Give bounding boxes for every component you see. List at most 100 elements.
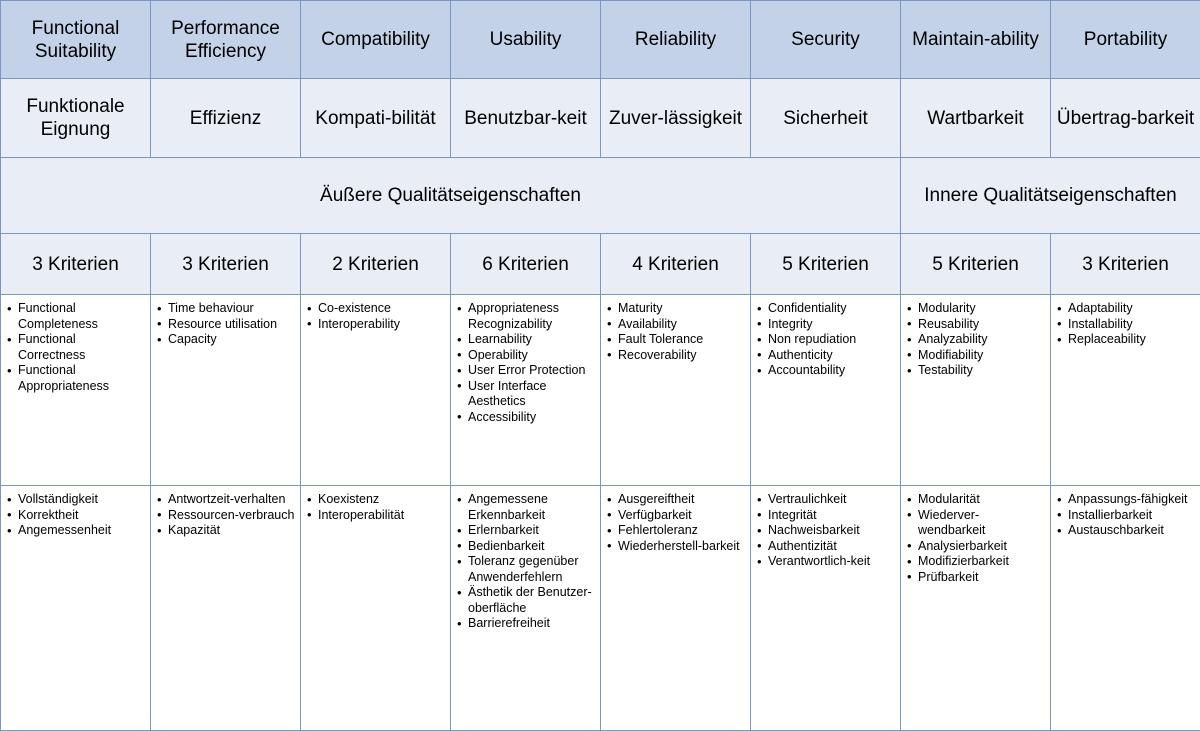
criteria-item: Appropriateness Recognizability [455,301,596,332]
criteria-item: Functional Appropriateness [5,363,146,394]
characteristic-name-en: Functional Suitability [32,18,120,62]
criteria-list-en: Co-existenceInteroperability [305,301,446,332]
criteria-list-de: Angemessene ErkennbarkeitErlernbarkeitBe… [455,492,596,632]
criteria-item: Recoverability [605,348,746,364]
characteristic-name-en: Compatibility [321,29,430,50]
criteria-item: Adaptability [1055,301,1196,317]
characteristic-name-de: Zuver-lässigkeit [609,108,742,129]
criteria-item: Angemessene Erkennbarkeit [455,492,596,523]
cell-en-name-functional-suitability: Functional Suitability [1,1,151,79]
criteria-list-de: Antwortzeit-verhaltenRessourcen-verbrauc… [155,492,296,539]
characteristic-name-de: Effizienz [190,108,261,129]
row-english-criteria-lists: Functional CompletenessFunctional Correc… [1,295,1200,486]
criteria-count-label: 4 Kriterien [632,254,719,275]
criteria-list-de: KoexistenzInteroperabilität [305,492,446,523]
criteria-item: Confidentiality [755,301,896,317]
cell-en-name-compatibility: Compatibility [301,1,451,79]
criteria-list-de: VertraulichkeitIntegritätNachweisbarkeit… [755,492,896,570]
criteria-item: Testability [905,363,1046,379]
cell-count-performance-efficiency: 3 Kriterien [151,234,301,295]
criteria-item: Prüfbarkeit [905,570,1046,586]
characteristic-name-de: Übertrag-barkeit [1057,108,1194,129]
characteristic-name-en: Usability [490,29,562,50]
criteria-list-de: VollständigkeitKorrektheitAngemessenheit [5,492,146,539]
criteria-item: Resource utilisation [155,317,296,333]
criteria-item: Accessibility [455,410,596,426]
criteria-item: Interoperability [305,317,446,333]
criteria-item: User Error Protection [455,363,596,379]
criteria-item: Analysierbarkeit [905,539,1046,555]
cell-en-name-maintainability: Maintain-ability [901,1,1051,79]
cell-criteria-en-reliability: MaturityAvailabilityFault ToleranceRecov… [601,295,751,486]
criteria-item: Barrierefreiheit [455,616,596,632]
characteristic-name-de: Funktionale Eignung [26,96,124,140]
criteria-item: Ressourcen-verbrauch [155,508,296,524]
cell-criteria-en-portability: AdaptabilityInstallabilityReplaceability [1051,295,1200,486]
criteria-item: Modifiability [905,348,1046,364]
criteria-item: Co-existence [305,301,446,317]
criteria-item: Integrität [755,508,896,524]
cell-count-portability: 3 Kriterien [1051,234,1200,295]
criteria-list-en: ModularityReusabilityAnalyzabilityModifi… [905,301,1046,379]
criteria-item: Verantwortlich-keit [755,554,896,570]
characteristic-name-en: Security [791,29,860,50]
cell-en-name-reliability: Reliability [601,1,751,79]
cell-en-name-portability: Portability [1051,1,1200,79]
cell-count-reliability: 4 Kriterien [601,234,751,295]
cell-de-name-wartbarkeit: Wartbarkeit [901,79,1051,158]
cell-count-usability: 6 Kriterien [451,234,601,295]
criteria-item: Toleranz gegenüber Anwenderfehlern [455,554,596,585]
criteria-item: Koexistenz [305,492,446,508]
criteria-list-de: AusgereiftheitVerfügbarkeitFehlertoleran… [605,492,746,554]
criteria-list-en: MaturityAvailabilityFault ToleranceRecov… [605,301,746,363]
characteristic-name-en: Reliability [635,29,716,50]
row-german-characteristic-names: Funktionale Eignung Effizienz Kompati-bi… [1,79,1200,158]
criteria-count-label: 3 Kriterien [1082,254,1169,275]
cell-criteria-en-compatibility: Co-existenceInteroperability [301,295,451,486]
criteria-item: Fehlertoleranz [605,523,746,539]
criteria-list-en: AdaptabilityInstallabilityReplaceability [1055,301,1196,348]
characteristic-name-de: Benutzbar-keit [464,108,587,129]
criteria-item: Time behaviour [155,301,296,317]
criteria-item: Angemessenheit [5,523,146,539]
criteria-list-en: ConfidentialityIntegrityNon repudiationA… [755,301,896,379]
cell-group-outer-quality: Äußere Qualitätseigenschaften [1,158,901,234]
criteria-item: Interoperabilität [305,508,446,524]
cell-count-functional-suitability: 3 Kriterien [1,234,151,295]
criteria-list-de: ModularitätWiederver-wendbarkeitAnalysie… [905,492,1046,585]
criteria-item: Verfügbarkeit [605,508,746,524]
criteria-item: Availability [605,317,746,333]
criteria-item: Functional Completeness [5,301,146,332]
criteria-item: Ästhetik der Benutzer-oberfläche [455,585,596,616]
criteria-item: Antwortzeit-verhalten [155,492,296,508]
criteria-item: Wiederver-wendbarkeit [905,508,1046,539]
criteria-item: Integrity [755,317,896,333]
criteria-list-en: Functional CompletenessFunctional Correc… [5,301,146,394]
characteristic-name-en: Maintain-ability [912,29,1039,50]
criteria-item: Fault Tolerance [605,332,746,348]
cell-criteria-en-functional-suitability: Functional CompletenessFunctional Correc… [1,295,151,486]
criteria-item: Accountability [755,363,896,379]
cell-count-compatibility: 2 Kriterien [301,234,451,295]
criteria-count-label: 3 Kriterien [32,254,119,275]
criteria-list-en: Appropriateness RecognizabilityLearnabil… [455,301,596,425]
criteria-item: Vertraulichkeit [755,492,896,508]
cell-de-name-kompatibilitaet: Kompati-bilität [301,79,451,158]
row-criteria-counts: 3 Kriterien 3 Kriterien 2 Kriterien 6 Kr… [1,234,1200,295]
criteria-item: Installierbarkeit [1055,508,1196,524]
cell-criteria-en-usability: Appropriateness RecognizabilityLearnabil… [451,295,601,486]
cell-de-name-sicherheit: Sicherheit [751,79,901,158]
criteria-item: Modularität [905,492,1046,508]
criteria-item: Bedienbarkeit [455,539,596,555]
criteria-item: Nachweisbarkeit [755,523,896,539]
characteristic-name-de: Sicherheit [783,108,868,129]
cell-group-inner-quality: Innere Qualitätseigenschaften [901,158,1200,234]
cell-de-name-effizienz: Effizienz [151,79,301,158]
criteria-item: Capacity [155,332,296,348]
criteria-item: Anpassungs-fähigkeit [1055,492,1196,508]
criteria-item: Analyzability [905,332,1046,348]
criteria-item: Wiederherstell-barkeit [605,539,746,555]
cell-count-security: 5 Kriterien [751,234,901,295]
characteristic-name-en: Performance Efficiency [171,18,280,62]
cell-en-name-performance-efficiency: Performance Efficiency [151,1,301,79]
